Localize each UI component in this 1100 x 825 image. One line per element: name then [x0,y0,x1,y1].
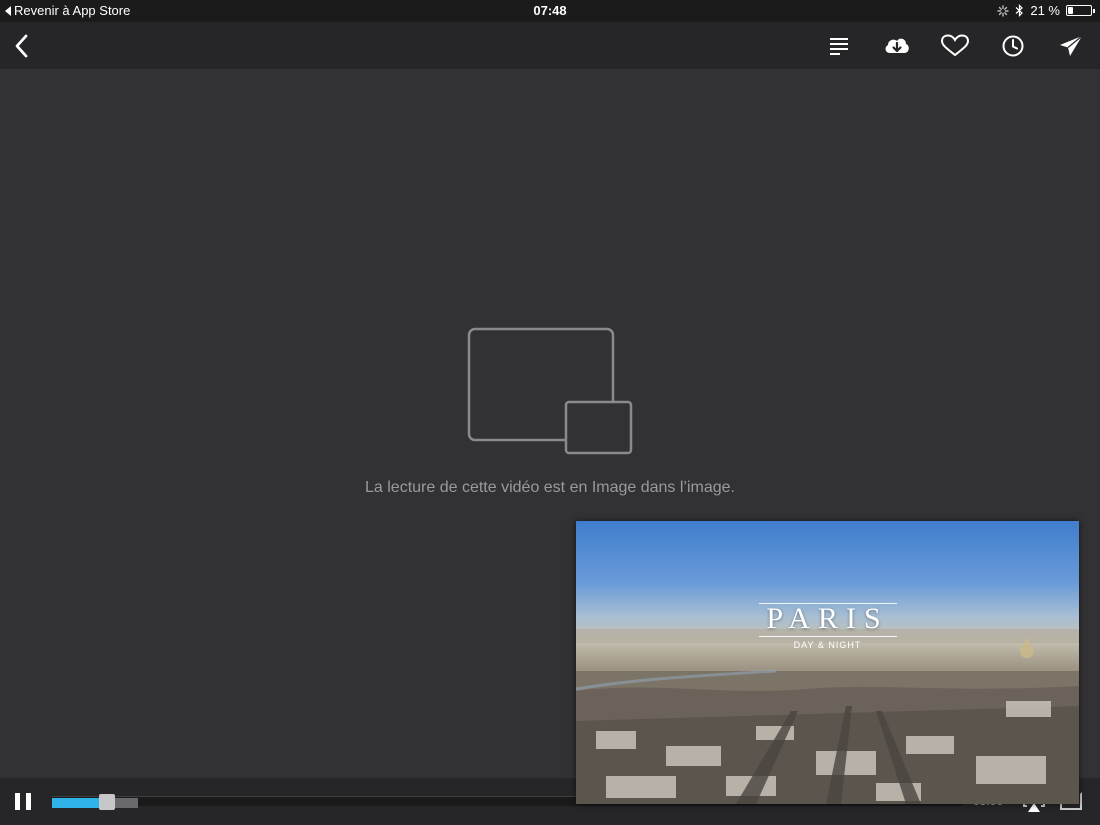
pip-video-window[interactable]: PARIS DAY & NIGHT [576,521,1079,804]
battery-percent: 21 % [1030,3,1060,18]
watch-later-button[interactable] [998,31,1028,61]
download-button[interactable] [882,31,912,61]
pause-button[interactable] [15,793,33,810]
nav-bar [0,22,1100,69]
list-button[interactable] [824,31,854,61]
pip-video-title: PARIS [766,602,889,635]
list-icon [830,38,848,55]
activity-spinner-icon [997,4,1010,17]
pip-message: La lecture de cette vidéo est en Image d… [365,479,735,496]
clock-icon [1002,35,1024,57]
heart-icon [940,34,970,57]
pip-video-subtitle: DAY & NIGHT [793,640,862,650]
send-icon [1060,35,1083,56]
battery-fill [1068,7,1073,14]
favorite-button[interactable] [940,31,970,61]
status-indicators: 21 % [997,3,1095,18]
title-rule-bottom [759,636,897,637]
city-aerial-image [576,629,1079,804]
cloud-download-icon [885,38,909,53]
share-button[interactable] [1056,31,1086,61]
pause-icon [15,793,20,810]
scrubber-handle[interactable] [98,794,115,810]
video-page: Revenir à App Store 07:48 21 % La lectur… [0,0,1100,825]
status-bar: Revenir à App Store 07:48 21 % [0,0,1100,22]
status-time: 07:48 [533,3,567,18]
back-icon [15,34,28,58]
battery-icon [1066,5,1095,16]
bluetooth-icon [1015,4,1024,17]
back-button[interactable] [7,31,37,61]
picture-in-picture-icon [467,327,633,455]
